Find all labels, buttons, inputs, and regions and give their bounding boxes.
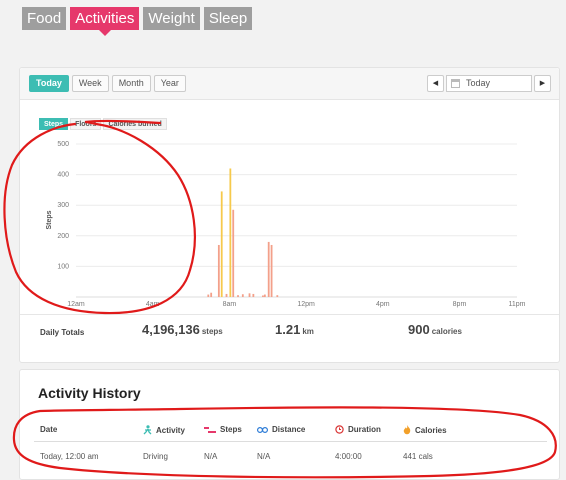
chart-bar <box>237 295 239 297</box>
chart-bar <box>262 295 264 297</box>
total-calories-value: 900 <box>408 322 430 337</box>
nav-tab-sleep[interactable]: Sleep <box>203 7 253 30</box>
row-duration: 4:00:00 <box>335 452 362 461</box>
footprints-icon <box>257 426 268 433</box>
x-tick-label: 4am <box>146 301 160 308</box>
nav-tab-activities[interactable]: Activities <box>70 7 140 36</box>
total-distance-unit: km <box>302 327 314 336</box>
col-header-activity: Activity <box>143 425 185 435</box>
row-activity: Driving <box>143 452 168 461</box>
chart-bars <box>207 168 279 297</box>
row-distance: N/A <box>257 452 271 461</box>
clock-icon <box>335 425 344 434</box>
total-steps-value: 4,196,136 <box>142 322 200 337</box>
chart-bar <box>229 168 232 297</box>
y-tick-label: 100 <box>57 263 69 270</box>
col-calories-label: Calories <box>415 425 447 435</box>
y-tick-label: 500 <box>57 141 69 148</box>
table-divider <box>34 441 547 442</box>
nav-tab-weight[interactable]: Weight <box>143 7 200 30</box>
row-steps: N/A <box>204 452 218 461</box>
row-calories: 441 cals <box>403 452 433 461</box>
chart-bar <box>220 191 223 297</box>
activity-chart-panel: Today Week Month Year ◀ Today ▶ Steps Fl… <box>19 67 560 363</box>
chart-bar <box>248 293 251 297</box>
col-duration-label: Duration <box>348 425 381 434</box>
flame-icon <box>403 425 411 435</box>
activity-history-title: Activity History <box>38 385 141 401</box>
chart-bar <box>270 244 273 297</box>
chart-bar <box>276 295 279 297</box>
col-date-label: Date <box>40 425 58 434</box>
chart-bar <box>217 244 220 297</box>
chart-bar <box>241 294 244 297</box>
col-header-duration: Duration <box>335 425 381 434</box>
col-header-distance: Distance <box>257 425 305 434</box>
person-icon <box>143 425 152 435</box>
col-distance-label: Distance <box>272 425 306 434</box>
nav-tab-food[interactable]: Food <box>22 7 67 30</box>
x-tick-label: 8pm <box>453 301 467 308</box>
chart-bar <box>210 292 213 297</box>
x-tick-label: 4pm <box>376 301 390 308</box>
shoe-icon <box>204 426 216 433</box>
x-tick-label: 12am <box>67 301 85 308</box>
x-tick-label: 12pm <box>297 301 315 308</box>
chart-bar <box>267 241 270 297</box>
col-header-calories: Calories <box>403 425 447 435</box>
chart-bar <box>225 293 228 297</box>
steps-bar-chart: 500 400 300 200 100 12am 4am 8am 12pm 4pm 8pm 11pm… <box>46 141 526 308</box>
total-calories-unit: calories <box>431 327 462 336</box>
chart-bar <box>263 294 266 297</box>
y-tick-label: 200 <box>57 233 69 240</box>
y-tick-label: 400 <box>57 172 69 179</box>
activity-history-panel: Activity History Date Activity Steps Dis… <box>19 369 560 480</box>
chart-bar <box>232 209 235 297</box>
total-distance: 1.21 km <box>275 321 314 339</box>
total-steps: 4,196,136 steps <box>142 321 223 339</box>
chart-bar <box>207 294 210 297</box>
chart-bar <box>252 293 255 297</box>
col-activity-label: Activity <box>156 425 185 435</box>
x-tick-label: 11pm <box>509 301 526 308</box>
col-header-steps: Steps <box>204 425 242 434</box>
y-axis-label: Steps <box>46 210 53 229</box>
chart-grid <box>76 143 517 298</box>
main-nav: Food Activities Weight Sleep <box>22 7 253 36</box>
total-distance-value: 1.21 <box>275 322 301 337</box>
daily-totals-label: Daily Totals <box>40 328 85 337</box>
total-steps-unit: steps <box>201 327 223 336</box>
row-date: Today, 12:00 am <box>40 452 99 461</box>
total-calories: 900 calories <box>408 321 462 339</box>
y-axis-ticks: 500 400 300 200 100 <box>57 141 69 270</box>
col-steps-label: Steps <box>220 425 242 434</box>
daily-totals: Daily Totals 4,196,136 steps 1.21 km 900 ca… <box>20 314 559 344</box>
y-tick-label: 300 <box>57 202 69 209</box>
x-axis-ticks: 12am 4am 8am 12pm 4pm 8pm 11pm <box>67 301 525 308</box>
x-tick-label: 8am <box>223 301 237 308</box>
col-header-date: Date <box>40 425 57 434</box>
